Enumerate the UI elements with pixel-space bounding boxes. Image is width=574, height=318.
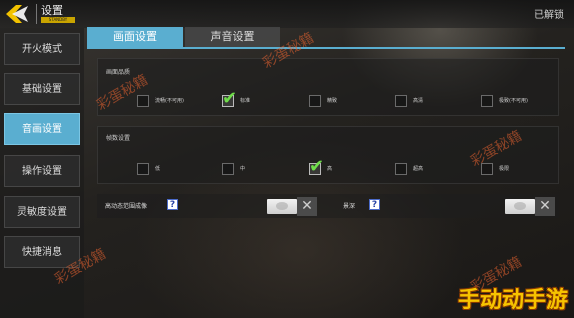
option-label: 低 bbox=[155, 166, 161, 172]
checkbox[interactable]: ✔ bbox=[222, 90, 237, 108]
option-label: 流畅(不可用) bbox=[155, 98, 184, 104]
toggle-row: 高动态范围成像 ? ✕ 景深 ? ✕ bbox=[97, 194, 559, 218]
checkbox[interactable] bbox=[137, 163, 149, 175]
checkbox[interactable] bbox=[481, 95, 493, 107]
back-arrow-logo-icon[interactable] bbox=[2, 2, 32, 26]
quality-title: 画面品质 bbox=[106, 69, 131, 76]
status-tag: STANDBY bbox=[41, 17, 75, 23]
hdr-label: 高动态范围成像 bbox=[105, 203, 148, 210]
sidebar-item-label: 音画设置 bbox=[22, 124, 62, 135]
option-label: 超高 bbox=[413, 166, 424, 172]
checkbox[interactable]: ✔ bbox=[309, 158, 324, 176]
checkbox[interactable] bbox=[137, 95, 149, 107]
sidebar-item-audio-video[interactable]: 音画设置 bbox=[4, 113, 80, 145]
dof-help-icon[interactable]: ? bbox=[369, 199, 380, 210]
toggle-knob bbox=[505, 199, 535, 214]
quality-section: 画面品质 bbox=[97, 58, 559, 116]
option-label: 极限 bbox=[499, 166, 510, 172]
tab-underline bbox=[87, 47, 565, 49]
dof-label: 景深 bbox=[343, 203, 356, 210]
toggle-knob bbox=[267, 199, 297, 214]
corner-watermark-logo: 手动动手游 bbox=[457, 288, 568, 313]
close-icon: ✕ bbox=[297, 197, 317, 216]
option-label: 标准 bbox=[240, 98, 251, 104]
hdr-toggle[interactable]: ✕ bbox=[265, 197, 317, 216]
checkbox[interactable] bbox=[395, 95, 407, 107]
option-label: 极致(不可用) bbox=[499, 98, 528, 104]
header-right-text: 已解锁 bbox=[534, 10, 564, 21]
tab-sound[interactable]: 声音设置 bbox=[185, 27, 280, 47]
dof-toggle[interactable]: ✕ bbox=[503, 197, 555, 216]
sidebar-item-label: 操作设置 bbox=[22, 166, 62, 177]
sidebar-item-fire-mode[interactable]: 开火模式 bbox=[4, 33, 80, 65]
checkmark-icon: ✔ bbox=[222, 88, 238, 109]
framerate-title: 帧数设置 bbox=[106, 135, 131, 142]
sidebar-item-label: 快捷消息 bbox=[22, 247, 62, 258]
hdr-help-icon[interactable]: ? bbox=[167, 199, 178, 210]
sidebar-item-sensitivity[interactable]: 灵敏度设置 bbox=[4, 196, 80, 228]
option-label: 精致 bbox=[327, 98, 338, 104]
sidebar-item-basic-settings[interactable]: 基础设置 bbox=[4, 73, 80, 105]
top-bar: 设置 STANDBY 已解锁 bbox=[0, 0, 574, 28]
sidebar-item-controls[interactable]: 操作设置 bbox=[4, 155, 80, 187]
page-title: 设置 bbox=[41, 4, 63, 17]
checkmark-icon: ✔ bbox=[309, 156, 325, 177]
option-label: 中 bbox=[240, 166, 246, 172]
close-icon: ✕ bbox=[535, 197, 555, 216]
option-label: 高清 bbox=[413, 98, 424, 104]
tab-graphics[interactable]: 画面设置 bbox=[87, 27, 183, 47]
sidebar-item-label: 开火模式 bbox=[22, 44, 62, 55]
header-divider bbox=[36, 4, 37, 24]
sidebar-item-label: 基础设置 bbox=[22, 84, 62, 95]
sidebar-item-label: 灵敏度设置 bbox=[17, 207, 67, 218]
checkbox[interactable] bbox=[309, 95, 321, 107]
checkbox[interactable] bbox=[222, 163, 234, 175]
option-label: 高 bbox=[327, 166, 333, 172]
checkbox[interactable] bbox=[395, 163, 407, 175]
